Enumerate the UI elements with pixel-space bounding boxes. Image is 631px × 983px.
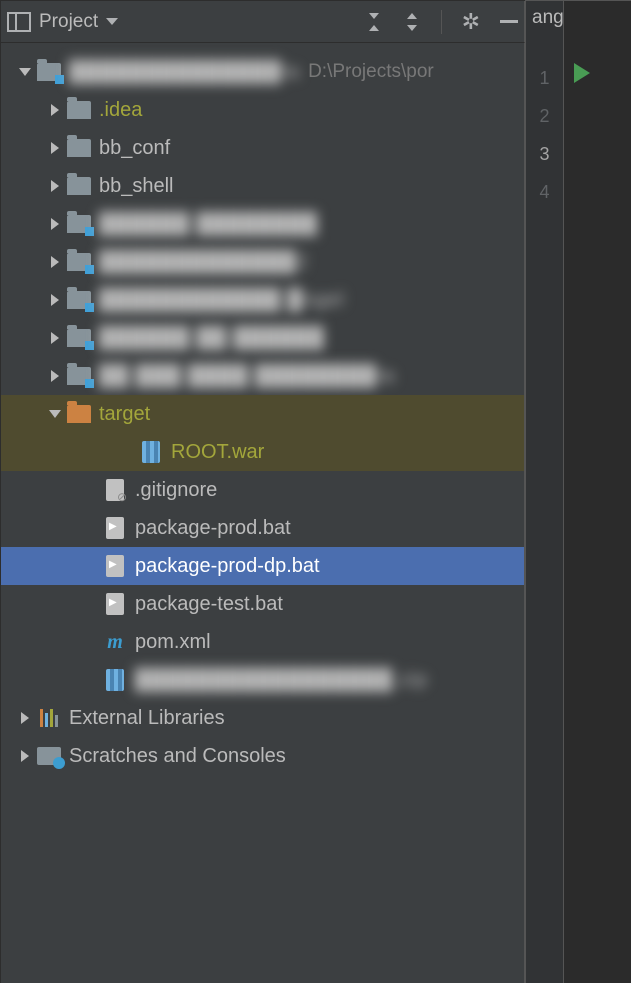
tree-item-module-1[interactable]: ██████ ████████ — [1, 205, 524, 243]
tree-item-bb-conf[interactable]: bb_conf — [1, 129, 524, 167]
collapse-arrow-icon[interactable] — [51, 142, 59, 154]
collapse-arrow-icon[interactable] — [51, 294, 59, 306]
item-label: ██████ ██ ██████ — [99, 327, 325, 350]
tree-item-module-2[interactable]: █████████████2 — [1, 243, 524, 281]
project-view-icon — [7, 12, 31, 32]
module-folder-icon — [67, 291, 91, 309]
expand-arrow-icon[interactable] — [19, 68, 31, 76]
project-toolbar: Project ✲ — [0, 1, 525, 43]
collapse-all-button[interactable] — [403, 13, 421, 31]
gitignore-file-icon — [106, 479, 124, 501]
expand-arrow-icon[interactable] — [49, 410, 61, 418]
tree-item-root-war[interactable]: ROOT.war — [1, 433, 524, 471]
tree-item-idea[interactable]: .idea — [1, 91, 524, 129]
tree-root[interactable]: ██████████████ta D:\Projects\por — [1, 53, 524, 91]
batch-file-icon — [106, 555, 124, 577]
line-number: 4 — [526, 173, 563, 211]
module-folder-icon — [67, 367, 91, 385]
collapse-arrow-icon[interactable] — [21, 750, 29, 762]
project-tool-window: Project ✲ ██████████████ta D:\Projects\p… — [0, 0, 525, 983]
collapse-arrow-icon[interactable] — [51, 370, 59, 382]
module-folder-icon — [67, 329, 91, 347]
tree-scratches[interactable]: Scratches and Consoles — [1, 737, 524, 775]
item-label: ████████████ █ngel — [99, 289, 345, 312]
collapse-arrow-icon[interactable] — [51, 218, 59, 230]
folder-icon — [67, 177, 91, 195]
tree-item-package-prod-dp[interactable]: package-prod-dp.bat — [1, 547, 524, 585]
collapse-arrow-icon[interactable] — [51, 104, 59, 116]
tree-item-pom[interactable]: m pom.xml — [1, 623, 524, 661]
line-number: 2 — [526, 97, 563, 135]
collapse-arrow-icon[interactable] — [51, 180, 59, 192]
item-label: pom.xml — [135, 631, 211, 654]
maven-file-icon: m — [107, 631, 123, 654]
module-folder-icon — [67, 253, 91, 271]
item-label: target — [99, 403, 150, 426]
module-folder-icon — [37, 63, 61, 81]
collapse-arrow-icon[interactable] — [51, 256, 59, 268]
editor-body[interactable] — [564, 1, 631, 983]
item-label: package-prod.bat — [135, 517, 291, 540]
scratches-icon — [37, 747, 61, 765]
editor-area: angel\p 1 2 3 4 — [525, 0, 631, 983]
tree-item-module-3[interactable]: ████████████ █ngel — [1, 281, 524, 319]
item-label: External Libraries — [69, 707, 225, 730]
batch-file-icon — [106, 593, 124, 615]
line-number: 3 — [526, 135, 563, 173]
item-label: ██████ ████████ — [99, 213, 318, 236]
hide-button[interactable] — [500, 20, 518, 23]
item-label: █████████████2 — [99, 251, 308, 274]
tree-item-module-4[interactable]: ██████ ██ ██████ — [1, 319, 524, 357]
item-label: .gitignore — [135, 479, 217, 502]
item-label: bb_conf — [99, 137, 170, 160]
folder-icon — [67, 139, 91, 157]
excluded-folder-icon — [67, 405, 91, 423]
tree-item-package-prod[interactable]: package-prod.bat — [1, 509, 524, 547]
scroll-from-source-button[interactable] — [365, 13, 383, 31]
gear-icon[interactable]: ✲ — [462, 9, 480, 35]
tree-item-zip[interactable]: █████████████████.zip — [1, 661, 524, 699]
item-label: bb_shell — [99, 175, 174, 198]
batch-file-icon — [106, 517, 124, 539]
editor-gutter: 1 2 3 4 — [526, 1, 564, 983]
project-tree[interactable]: ██████████████ta D:\Projects\por .idea b… — [0, 43, 525, 983]
item-label: package-test.bat — [135, 593, 283, 616]
root-label: ██████████████ta — [69, 61, 300, 84]
chevron-down-icon — [106, 18, 118, 25]
collapse-arrow-icon[interactable] — [51, 332, 59, 344]
run-gutter-icon[interactable] — [574, 63, 590, 83]
archive-file-icon — [106, 669, 124, 691]
tree-item-gitignore[interactable]: .gitignore — [1, 471, 524, 509]
tree-item-target[interactable]: target — [1, 395, 524, 433]
tree-item-bb-shell[interactable]: bb_shell — [1, 167, 524, 205]
tree-item-package-test[interactable]: package-test.bat — [1, 585, 524, 623]
item-label: ROOT.war — [171, 441, 264, 464]
line-number: 1 — [526, 59, 563, 97]
project-view-label: Project — [39, 11, 98, 33]
libraries-icon — [40, 709, 58, 727]
item-label: Scratches and Consoles — [69, 745, 286, 768]
item-label: package-prod-dp.bat — [135, 555, 320, 578]
collapse-arrow-icon[interactable] — [21, 712, 29, 724]
item-label: █████████████████.zip — [135, 669, 428, 692]
item-label: .idea — [99, 99, 142, 122]
project-view-selector[interactable]: Project — [7, 11, 118, 33]
item-label: ██ ███ ████ ████████ta — [99, 365, 395, 388]
folder-icon — [67, 101, 91, 119]
tree-item-module-5[interactable]: ██ ███ ████ ████████ta — [1, 357, 524, 395]
module-folder-icon — [67, 215, 91, 233]
archive-file-icon — [142, 441, 160, 463]
root-path: D:\Projects\por — [308, 61, 434, 83]
tree-external-libraries[interactable]: External Libraries — [1, 699, 524, 737]
